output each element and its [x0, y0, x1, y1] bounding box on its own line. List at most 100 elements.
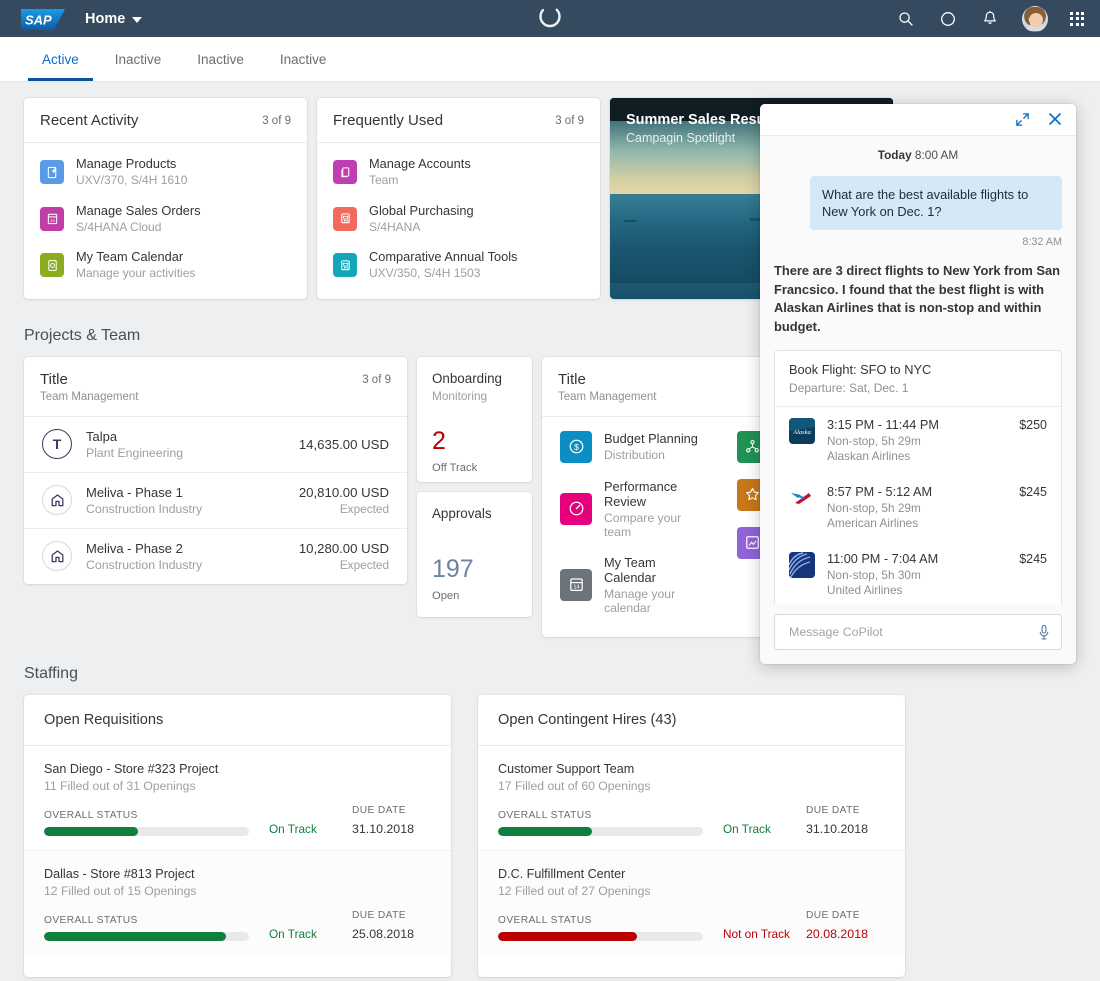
- flight-info: 11:00 PM - 7:04 AM Non-stop, 5h 30m Unit…: [827, 552, 1011, 597]
- home-outline-icon: [42, 541, 72, 572]
- list-item[interactable]: 14 My Team Calendar Manage your calendar: [542, 547, 719, 623]
- list-item-texts: Manage Products UXV/370, S/4H 1610: [76, 156, 187, 189]
- app-name: My Team Calendar: [604, 554, 656, 585]
- kpi-column: Onboarding Monitoring 2 Off Track Approv…: [417, 356, 532, 617]
- staffing-item[interactable]: Customer Support Team 17 Filled out of 6…: [478, 746, 905, 850]
- open-requisitions-card: Open Requisitions San Diego - Store #323…: [24, 694, 451, 977]
- tab-active[interactable]: Active: [24, 37, 97, 81]
- staffing-item[interactable]: San Diego - Store #323 Project 11 Filled…: [24, 746, 451, 850]
- list-item-subtitle: S/4HANA: [369, 219, 421, 234]
- copilot-message-time: 8:32 AM: [1022, 236, 1062, 249]
- projects-subtitle: Team Management: [40, 390, 139, 403]
- app-grid-icon[interactable]: [1070, 11, 1084, 26]
- recent-activity-count: 3 of 9: [262, 115, 291, 127]
- card-header: Title Team Management 3 of 9: [24, 357, 407, 417]
- tab-label: Inactive: [279, 51, 327, 67]
- list-item-title: My Team Calendar: [76, 249, 184, 265]
- project-amount: 10,280.00 USD Expected: [299, 541, 389, 572]
- frequently-used-list: Manage Accounts Team Global Purchasing S…: [317, 143, 600, 299]
- list-item[interactable]: $ Budget Planning Distribution: [542, 423, 719, 471]
- copilot-input-wrap[interactable]: [774, 614, 1062, 650]
- flight-info: 8:57 PM - 5:12 AM Non-stop, 5h 29m Ameri…: [827, 485, 1011, 530]
- app-desc: Compare your team: [604, 510, 682, 539]
- list-item[interactable]: Comparative Annual Tools UXV/350, S/4H 1…: [317, 242, 600, 289]
- app-desc: Distribution: [604, 448, 665, 463]
- card-spacer: [24, 955, 451, 977]
- table-row[interactable]: T Talpa Plant Engineering 14,635.00 USD: [24, 417, 407, 472]
- progress-wrap: OVERALL STATUS: [498, 810, 703, 836]
- projects-card: Title Team Management 3 of 9 T Talpa Pla…: [24, 356, 407, 584]
- due-wrap: DUE DATE 31.10.2018: [806, 805, 885, 836]
- list-item[interactable]: Global Purchasing S/4HANA: [317, 196, 600, 243]
- circle-icon[interactable]: [938, 9, 958, 29]
- flight-airline: American Airlines: [827, 515, 919, 530]
- launchpad-page: SAP Home Active Inactive Inactive Inacti…: [0, 0, 1100, 981]
- due-wrap: DUE DATE 20.08.2018: [806, 910, 885, 941]
- app-texts: Performance Review Compare your team: [604, 479, 701, 539]
- progress-fill: [498, 931, 638, 941]
- staffing-item[interactable]: Dallas - Store #813 Project 12 Filled ou…: [24, 849, 451, 955]
- onboarding-kpi-card[interactable]: Onboarding Monitoring 2 Off Track: [417, 356, 532, 482]
- project-amount: 20,810.00 USD Expected: [299, 485, 389, 516]
- list-item[interactable]: Manage Products UXV/370, S/4H 1610: [24, 149, 307, 196]
- tab-inactive-1[interactable]: Inactive: [97, 37, 180, 81]
- home-menu-button[interactable]: Home: [85, 11, 143, 27]
- project-desc: Construction Industry: [86, 501, 203, 516]
- shellbar: SAP Home: [0, 0, 1100, 37]
- project-desc: Construction Industry: [86, 557, 203, 572]
- svg-text:SAP: SAP: [25, 12, 52, 27]
- list-item[interactable]: Performance Review Compare your team: [542, 471, 719, 547]
- flight-price: $245: [1019, 551, 1047, 566]
- flight-option-row[interactable]: Alaska 3:15 PM - 11:44 PM Non-stop, 5h 2…: [775, 407, 1061, 474]
- copilot-message-input[interactable]: [789, 625, 1037, 639]
- due-label: DUE DATE: [805, 909, 860, 921]
- home-outline-icon: [42, 485, 72, 516]
- expand-icon[interactable]: [1015, 112, 1030, 127]
- shellbar-actions: [896, 0, 1084, 37]
- flight-option-row[interactable]: 11:00 PM - 7:04 AM Non-stop, 5h 30m Unit…: [775, 541, 1061, 604]
- list-item[interactable]: Manage Accounts Team: [317, 149, 600, 196]
- close-icon[interactable]: [1048, 112, 1062, 126]
- copilot-daystamp: Today 8:00 AM: [774, 148, 1062, 162]
- progress-fill: [498, 826, 593, 836]
- list-item-title: Manage Products: [76, 156, 177, 171]
- tab-label: Active: [42, 51, 79, 67]
- list-item-texts: Manage Accounts Team: [369, 156, 471, 189]
- tab-inactive-3[interactable]: Inactive: [262, 37, 345, 81]
- list-item[interactable]: My Team Calendar Manage your activities: [24, 242, 307, 289]
- table-row[interactable]: Meliva - Phase 1 Construction Industry 2…: [24, 471, 407, 528]
- staffing-item[interactable]: D.C. Fulfillment Center 12 Filled out of…: [478, 849, 905, 955]
- staffing-sub: 12 Filled out of 27 Openings: [498, 883, 651, 898]
- flight-option-row[interactable]: 8:57 PM - 5:12 AM Non-stop, 5h 29m Ameri…: [775, 474, 1061, 541]
- table-row[interactable]: Meliva - Phase 2 Construction Industry 1…: [24, 527, 407, 584]
- notification-bell-icon[interactable]: [980, 9, 1000, 29]
- apps-left-column: $ Budget Planning Distribution Performan…: [542, 423, 719, 623]
- search-icon[interactable]: [896, 9, 916, 29]
- list-item[interactable]: 14 Manage Sales Orders S/4HANA Cloud: [24, 196, 307, 243]
- svg-text:$: $: [574, 442, 579, 452]
- list-item-texts: Global Purchasing S/4HANA: [369, 203, 474, 236]
- flight-info: 3:15 PM - 11:44 PM Non-stop, 5h 29m Alas…: [827, 418, 1011, 463]
- calendar-14-icon: 14: [560, 568, 592, 601]
- status-badge: On Track: [269, 926, 317, 941]
- tab-label: Inactive: [197, 51, 244, 67]
- apps-title: Title: [558, 370, 586, 388]
- kpi-number: 2: [432, 426, 446, 455]
- list-item-texts: My Team Calendar Manage your activities: [76, 249, 195, 282]
- apps-subtitle: Team Management: [558, 390, 657, 403]
- avatar[interactable]: [1022, 5, 1048, 32]
- list-item-texts: Manage Sales Orders S/4HANA Cloud: [76, 203, 200, 236]
- due-date: 20.08.2018: [805, 926, 868, 941]
- chevron-down-icon: [132, 16, 143, 23]
- tab-inactive-2[interactable]: Inactive: [179, 37, 262, 81]
- status-label: OVERALL STATUS: [44, 809, 138, 821]
- project-note: Expected: [339, 557, 389, 572]
- microphone-icon[interactable]: [1037, 624, 1051, 641]
- due-label: DUE DATE: [805, 804, 860, 816]
- document-edit-icon: [40, 160, 64, 185]
- project-value: 20,810.00 USD: [298, 484, 389, 500]
- sap-logo[interactable]: SAP: [21, 8, 65, 30]
- flight-card-title: Book Flight: SFO to NYC: [789, 361, 932, 377]
- approvals-kpi-card[interactable]: Approvals 197 Open: [417, 491, 532, 617]
- staffing-meta: OVERALL STATUS On Track DUE DATE 31.10.2…: [498, 805, 885, 836]
